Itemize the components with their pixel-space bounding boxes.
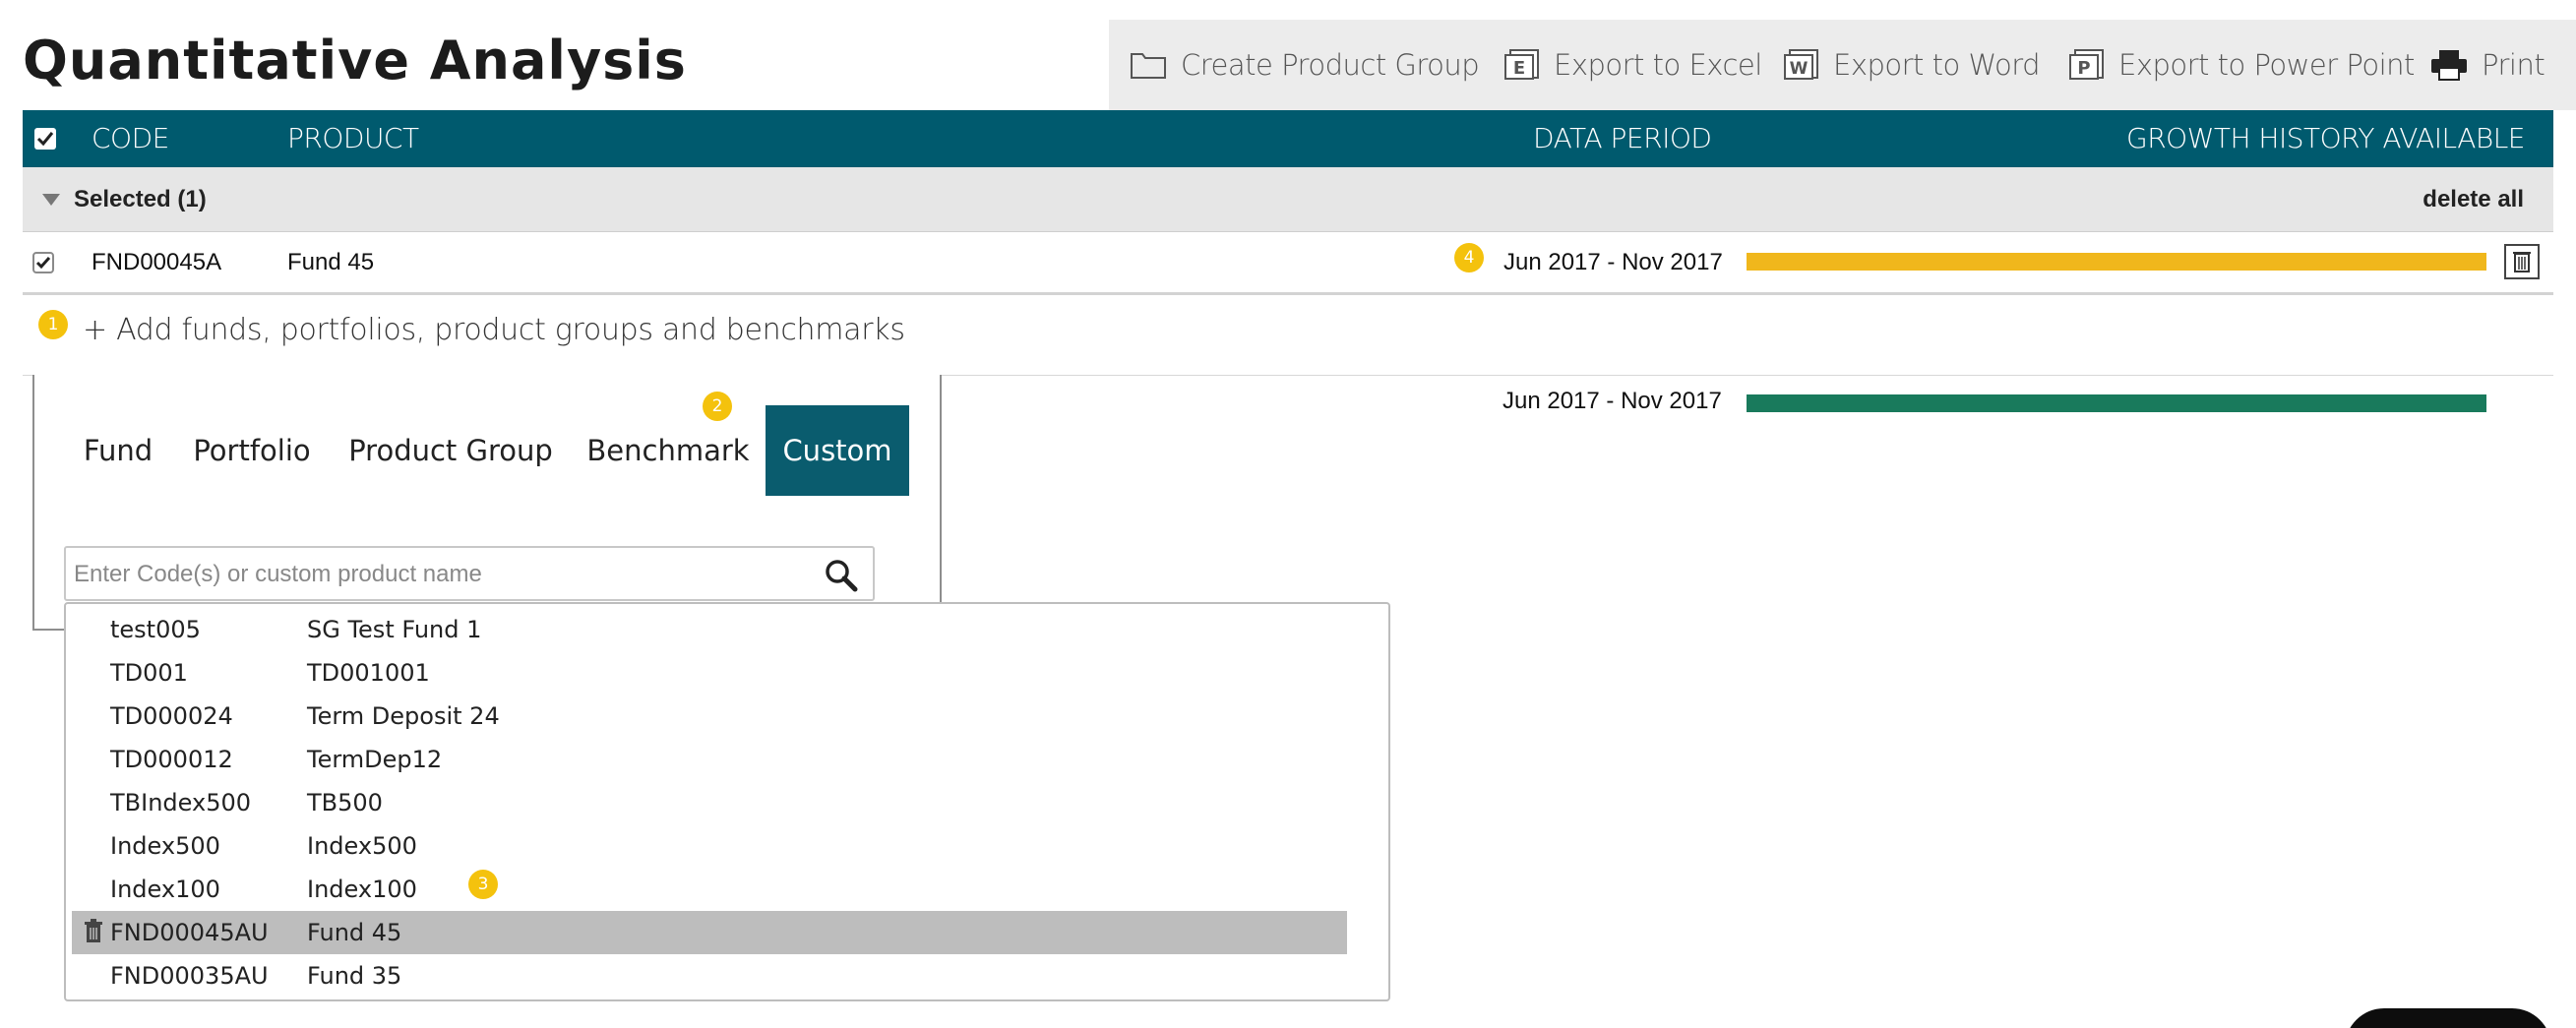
selected-group-label: Selected (1) [74, 186, 207, 212]
column-header-product[interactable]: PRODUCT [287, 110, 419, 167]
list-item[interactable]: test005 SG Test Fund 1 [72, 608, 1347, 651]
tab-product-group[interactable]: Product Group [341, 405, 560, 496]
print-button[interactable]: Print [2430, 20, 2545, 110]
list-item[interactable]: TD000024 Term Deposit 24 [72, 695, 1347, 738]
export-word-button[interactable]: W Export to Word [1784, 20, 2041, 110]
list-item[interactable]: Index100 Index100 [72, 868, 1347, 911]
svg-text:W: W [1790, 59, 1809, 79]
callout-badge-4: 4 [1454, 243, 1484, 272]
collapse-caret-icon[interactable] [42, 194, 60, 206]
result-code: Index100 [110, 876, 220, 903]
callout-badge-2: 2 [703, 392, 732, 421]
tab-custom[interactable]: Custom [766, 405, 909, 496]
table-row: FND00045A Fund 45 4 Jun 2017 - Nov 2017 [23, 232, 2553, 295]
export-powerpoint-button[interactable]: P Export to Power Point [2069, 20, 2415, 110]
callout-badge-1: 1 [38, 310, 68, 339]
row-delete-button[interactable] [2504, 244, 2540, 279]
export-powerpoint-label: Export to Power Point [2118, 48, 2415, 82]
list-item[interactable]: TBIndex500 TB500 [72, 781, 1347, 824]
checkmark-icon [35, 257, 51, 270]
svg-text:P: P [2077, 58, 2090, 79]
row-code: FND00045A [92, 249, 222, 275]
result-name: TB500 [307, 789, 383, 816]
trash-icon [2513, 252, 2531, 272]
print-label: Print [2482, 48, 2545, 82]
tab-fund[interactable]: Fund [69, 405, 167, 496]
result-name: SG Test Fund 1 [307, 616, 482, 643]
tab-benchmark[interactable]: Benchmark [584, 405, 752, 496]
result-code: TD000012 [110, 746, 233, 773]
row-data-period: Jun 2017 - Nov 2017 [1503, 249, 1723, 275]
table-header: CODE PRODUCT DATA PERIOD GROWTH HISTORY … [23, 110, 2553, 167]
column-header-code[interactable]: CODE [92, 110, 169, 167]
row-product: Fund 45 [287, 249, 375, 275]
add-products-link[interactable]: + Add funds, portfolios, product groups … [83, 313, 905, 347]
result-name: TermDep12 [307, 746, 443, 773]
result-code: TD001 [110, 659, 188, 687]
folder-icon [1131, 53, 1166, 79]
delete-all-link[interactable]: delete all [2423, 167, 2524, 232]
result-name: Fund 35 [307, 962, 402, 990]
list-item[interactable]: FND00035AU Fund 35 [72, 954, 1347, 998]
row-checkbox[interactable] [32, 252, 54, 273]
magnifier-icon[interactable] [824, 558, 859, 593]
column-header-growth-history[interactable]: GROWTH HISTORY AVAILABLE [2126, 110, 2526, 167]
page-title: Quantitative Analysis [23, 30, 687, 91]
list-item[interactable]: TD000012 TermDep12 [72, 738, 1347, 781]
result-code: FND00035AU [110, 962, 269, 990]
list-item[interactable]: TD001 TD001001 [72, 651, 1347, 695]
printer-icon [2431, 50, 2467, 81]
result-name: Term Deposit 24 [307, 702, 500, 730]
export-excel-label: Export to Excel [1554, 48, 1762, 82]
column-header-data-period[interactable]: DATA PERIOD [1533, 110, 1712, 167]
result-code: Index500 [110, 832, 220, 860]
list-item[interactable]: Index500 Index500 [72, 824, 1347, 868]
search-input[interactable] [74, 556, 802, 593]
powerpoint-icon: P [2069, 49, 2104, 80]
excel-icon: E [1504, 49, 1539, 80]
select-all-checkbox[interactable] [34, 128, 56, 150]
selected-group-row[interactable]: Selected (1) delete all [23, 167, 2553, 232]
create-product-group-label: Create Product Group [1181, 48, 1480, 82]
growth-history-bar [1747, 253, 2486, 271]
toolbar: Create Product Group E Export to Excel W… [1109, 20, 2576, 110]
search-box [64, 546, 875, 601]
result-code: TBIndex500 [110, 789, 252, 816]
floating-widget[interactable] [2345, 1008, 2551, 1028]
benchmark-data-period: Jun 2017 - Nov 2017 [1503, 388, 1722, 414]
result-name: Fund 45 [307, 919, 402, 946]
benchmark-growth-bar [1747, 394, 2486, 412]
list-item-highlighted[interactable]: FND00045AU Fund 45 [72, 911, 1347, 954]
export-excel-button[interactable]: E Export to Excel [1504, 20, 1762, 110]
tab-portfolio[interactable]: Portfolio [187, 405, 317, 496]
result-name: Index500 [307, 832, 417, 860]
trash-icon[interactable] [82, 919, 105, 944]
checkmark-icon [36, 132, 54, 147]
callout-badge-3: 3 [468, 870, 498, 899]
svg-text:E: E [1513, 58, 1525, 79]
result-name: Index100 [307, 876, 417, 903]
result-code: TD000024 [110, 702, 233, 730]
create-product-group-button[interactable]: Create Product Group [1130, 20, 1480, 110]
word-icon: W [1784, 49, 1818, 80]
result-code: test005 [110, 616, 201, 643]
search-results-dropdown: test005 SG Test Fund 1 TD001 TD001001 TD… [64, 602, 1390, 1001]
result-name: TD001001 [307, 659, 430, 687]
export-word-label: Export to Word [1833, 48, 2041, 82]
result-code: FND00045AU [110, 919, 269, 946]
